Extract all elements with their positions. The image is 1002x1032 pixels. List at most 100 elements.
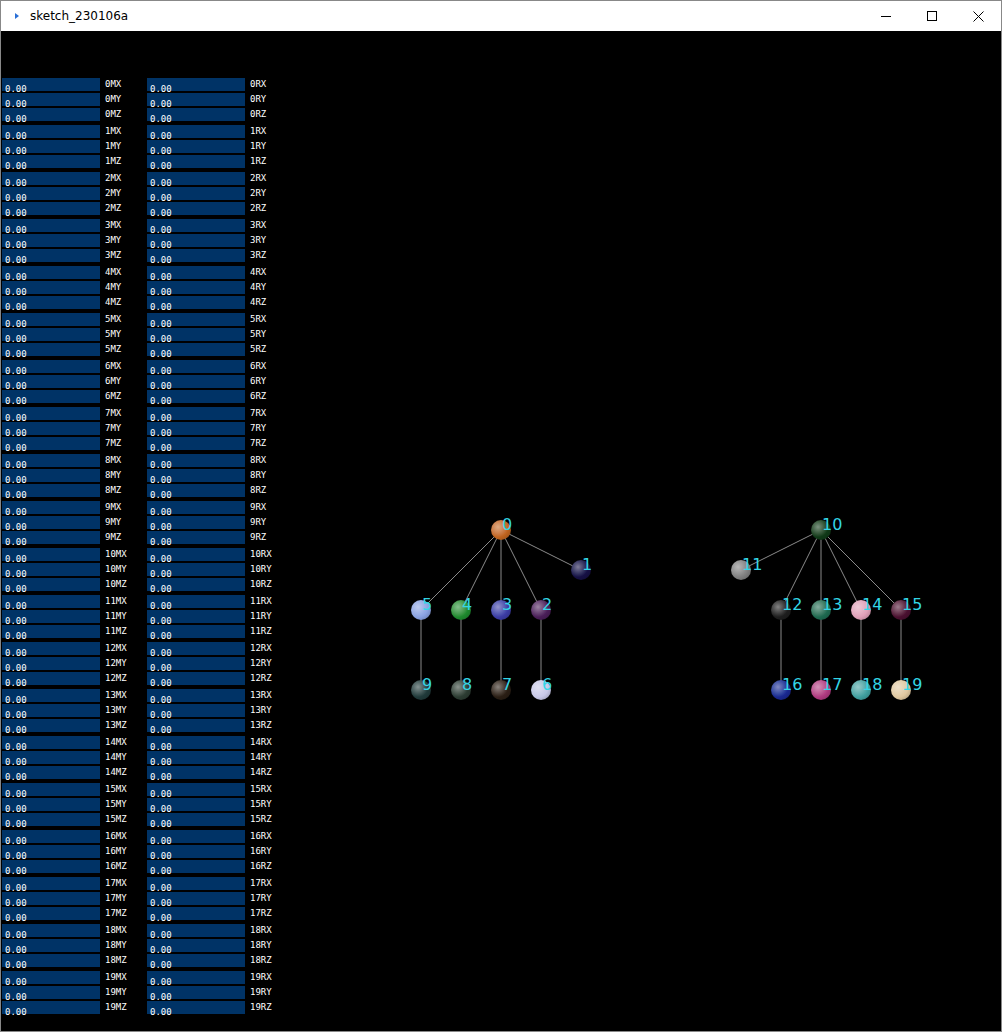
- move-slider[interactable]: 0.00: [2, 328, 100, 341]
- rotate-slider[interactable]: 0.00: [147, 78, 245, 91]
- move-slider[interactable]: 0.00: [2, 798, 100, 811]
- rotate-slider[interactable]: 0.00: [147, 704, 245, 717]
- rotate-slider[interactable]: 0.00: [147, 860, 245, 873]
- rotate-slider[interactable]: 0.00: [147, 672, 245, 685]
- move-slider[interactable]: 0.00: [2, 830, 100, 843]
- move-slider[interactable]: 0.00: [2, 986, 100, 999]
- joint-node[interactable]: [491, 520, 511, 540]
- joint-node[interactable]: [851, 600, 871, 620]
- rotate-slider[interactable]: 0.00: [147, 625, 245, 638]
- move-slider[interactable]: 0.00: [2, 360, 100, 373]
- move-slider[interactable]: 0.00: [2, 249, 100, 262]
- rotate-slider[interactable]: 0.00: [147, 108, 245, 121]
- move-slider[interactable]: 0.00: [2, 531, 100, 544]
- move-slider[interactable]: 0.00: [2, 892, 100, 905]
- rotate-slider[interactable]: 0.00: [147, 689, 245, 702]
- rotate-slider[interactable]: 0.00: [147, 407, 245, 420]
- move-slider[interactable]: 0.00: [2, 689, 100, 702]
- move-slider[interactable]: 0.00: [2, 924, 100, 937]
- move-slider[interactable]: 0.00: [2, 296, 100, 309]
- move-slider[interactable]: 0.00: [2, 595, 100, 608]
- rotate-slider[interactable]: 0.00: [147, 783, 245, 796]
- move-slider[interactable]: 0.00: [2, 93, 100, 106]
- minimize-button[interactable]: [863, 1, 909, 31]
- rotate-slider[interactable]: 0.00: [147, 578, 245, 591]
- rotate-slider[interactable]: 0.00: [147, 390, 245, 403]
- move-slider[interactable]: 0.00: [2, 501, 100, 514]
- move-slider[interactable]: 0.00: [2, 971, 100, 984]
- joint-node[interactable]: [491, 600, 511, 620]
- move-slider[interactable]: 0.00: [2, 516, 100, 529]
- move-slider[interactable]: 0.00: [2, 563, 100, 576]
- rotate-slider[interactable]: 0.00: [147, 548, 245, 561]
- rotate-slider[interactable]: 0.00: [147, 219, 245, 232]
- move-slider[interactable]: 0.00: [2, 313, 100, 326]
- move-slider[interactable]: 0.00: [2, 437, 100, 450]
- joint-node[interactable]: [811, 520, 831, 540]
- rotate-slider[interactable]: 0.00: [147, 437, 245, 450]
- rotate-slider[interactable]: 0.00: [147, 172, 245, 185]
- joint-node[interactable]: [811, 600, 831, 620]
- rotate-slider[interactable]: 0.00: [147, 766, 245, 779]
- rotate-slider[interactable]: 0.00: [147, 375, 245, 388]
- rotate-slider[interactable]: 0.00: [147, 501, 245, 514]
- close-button[interactable]: [955, 1, 1001, 31]
- move-slider[interactable]: 0.00: [2, 845, 100, 858]
- move-slider[interactable]: 0.00: [2, 939, 100, 952]
- rotate-slider[interactable]: 0.00: [147, 830, 245, 843]
- rotate-slider[interactable]: 0.00: [147, 360, 245, 373]
- rotate-slider[interactable]: 0.00: [147, 296, 245, 309]
- rotate-slider[interactable]: 0.00: [147, 469, 245, 482]
- move-slider[interactable]: 0.00: [2, 125, 100, 138]
- move-slider[interactable]: 0.00: [2, 422, 100, 435]
- joint-node[interactable]: [731, 560, 751, 580]
- joint-node[interactable]: [411, 600, 431, 620]
- move-slider[interactable]: 0.00: [2, 454, 100, 467]
- move-slider[interactable]: 0.00: [2, 578, 100, 591]
- joint-node[interactable]: [531, 600, 551, 620]
- joint-node[interactable]: [891, 600, 911, 620]
- rotate-slider[interactable]: 0.00: [147, 642, 245, 655]
- rotate-slider[interactable]: 0.00: [147, 422, 245, 435]
- joint-node[interactable]: [851, 680, 871, 700]
- move-slider[interactable]: 0.00: [2, 548, 100, 561]
- rotate-slider[interactable]: 0.00: [147, 140, 245, 153]
- move-slider[interactable]: 0.00: [2, 736, 100, 749]
- move-slider[interactable]: 0.00: [2, 751, 100, 764]
- rotate-slider[interactable]: 0.00: [147, 202, 245, 215]
- move-slider[interactable]: 0.00: [2, 108, 100, 121]
- move-slider[interactable]: 0.00: [2, 783, 100, 796]
- rotate-slider[interactable]: 0.00: [147, 484, 245, 497]
- rotate-slider[interactable]: 0.00: [147, 563, 245, 576]
- joint-node[interactable]: [571, 560, 591, 580]
- joint-node[interactable]: [771, 600, 791, 620]
- move-slider[interactable]: 0.00: [2, 672, 100, 685]
- rotate-slider[interactable]: 0.00: [147, 343, 245, 356]
- move-slider[interactable]: 0.00: [2, 266, 100, 279]
- joint-node[interactable]: [451, 600, 471, 620]
- rotate-slider[interactable]: 0.00: [147, 924, 245, 937]
- joint-node[interactable]: [891, 680, 911, 700]
- rotate-slider[interactable]: 0.00: [147, 610, 245, 623]
- move-slider[interactable]: 0.00: [2, 187, 100, 200]
- rotate-slider[interactable]: 0.00: [147, 798, 245, 811]
- move-slider[interactable]: 0.00: [2, 219, 100, 232]
- rotate-slider[interactable]: 0.00: [147, 155, 245, 168]
- rotate-slider[interactable]: 0.00: [147, 971, 245, 984]
- move-slider[interactable]: 0.00: [2, 469, 100, 482]
- rotate-slider[interactable]: 0.00: [147, 986, 245, 999]
- move-slider[interactable]: 0.00: [2, 657, 100, 670]
- move-slider[interactable]: 0.00: [2, 407, 100, 420]
- rotate-slider[interactable]: 0.00: [147, 954, 245, 967]
- rotate-slider[interactable]: 0.00: [147, 266, 245, 279]
- rotate-slider[interactable]: 0.00: [147, 845, 245, 858]
- move-slider[interactable]: 0.00: [2, 375, 100, 388]
- joint-node[interactable]: [451, 680, 471, 700]
- move-slider[interactable]: 0.00: [2, 202, 100, 215]
- rotate-slider[interactable]: 0.00: [147, 907, 245, 920]
- move-slider[interactable]: 0.00: [2, 155, 100, 168]
- rotate-slider[interactable]: 0.00: [147, 249, 245, 262]
- rotate-slider[interactable]: 0.00: [147, 736, 245, 749]
- move-slider[interactable]: 0.00: [2, 625, 100, 638]
- rotate-slider[interactable]: 0.00: [147, 595, 245, 608]
